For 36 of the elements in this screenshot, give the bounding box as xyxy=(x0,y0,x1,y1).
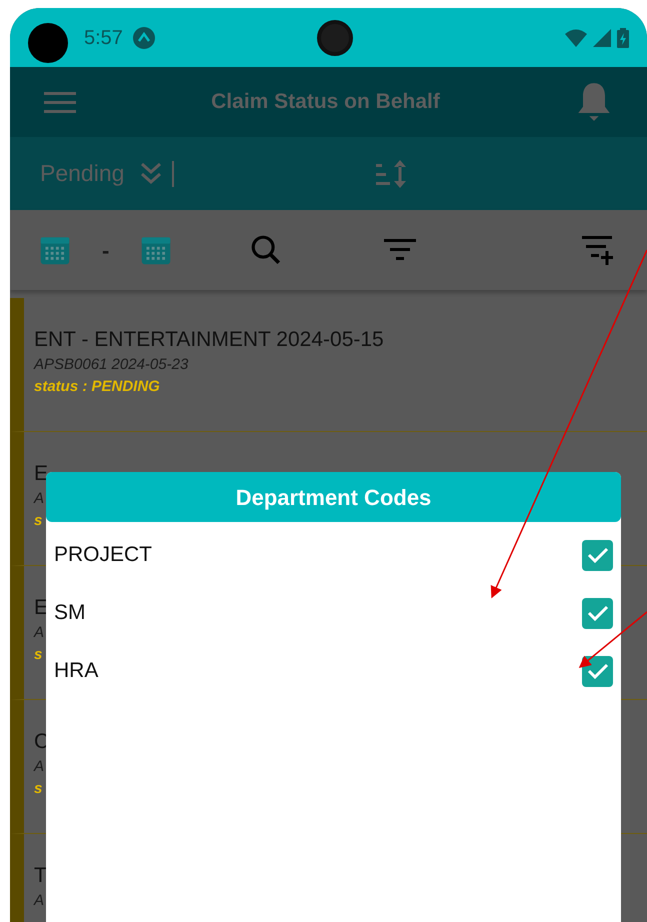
check-icon xyxy=(586,604,608,622)
menu-icon[interactable] xyxy=(44,90,76,114)
checkbox[interactable] xyxy=(582,656,613,686)
notification-icon xyxy=(132,26,155,48)
claim-title: E xyxy=(34,461,48,487)
date-separator: - xyxy=(102,236,110,264)
double-chevron-icon[interactable] xyxy=(140,160,162,186)
claim-card[interactable]: ENT - ENTERTAINMENT 2024-05-15 APSB0061 2024-05-23 status : PENDING xyxy=(10,298,647,432)
screen-title: Claim Status on Behalf xyxy=(210,89,441,116)
claim-status: status : PENDING xyxy=(34,377,160,397)
camera-cutout xyxy=(28,22,68,62)
option-label: PROJECT xyxy=(54,542,152,568)
check-icon xyxy=(586,546,608,564)
signal-icon xyxy=(593,28,611,46)
claim-title: T xyxy=(34,863,47,889)
claim-reference: A xyxy=(34,623,44,643)
checkbox[interactable] xyxy=(582,598,613,628)
claim-reference: A xyxy=(34,489,44,509)
check-icon xyxy=(586,662,608,680)
claim-reference: APSB0061 2024-05-23 xyxy=(34,355,188,375)
claim-reference: A xyxy=(34,757,44,777)
annotation-arrow xyxy=(578,611,647,668)
claim-status: s xyxy=(34,511,42,531)
checkbox[interactable] xyxy=(582,540,613,570)
option-label: HRA xyxy=(54,658,98,684)
clock: 5:57 xyxy=(84,26,123,50)
claim-status: s xyxy=(34,779,42,799)
claim-status: s xyxy=(34,645,42,665)
claim-title: ENT - ENTERTAINMENT 2024-05-15 xyxy=(34,327,384,353)
battery-icon xyxy=(617,28,629,48)
option-label: SM xyxy=(54,600,86,626)
wifi-icon xyxy=(565,28,587,46)
claim-title: E xyxy=(34,595,48,621)
claim-reference: A xyxy=(34,891,44,911)
front-camera xyxy=(317,20,353,56)
dialog-title: Department Codes xyxy=(236,484,432,512)
